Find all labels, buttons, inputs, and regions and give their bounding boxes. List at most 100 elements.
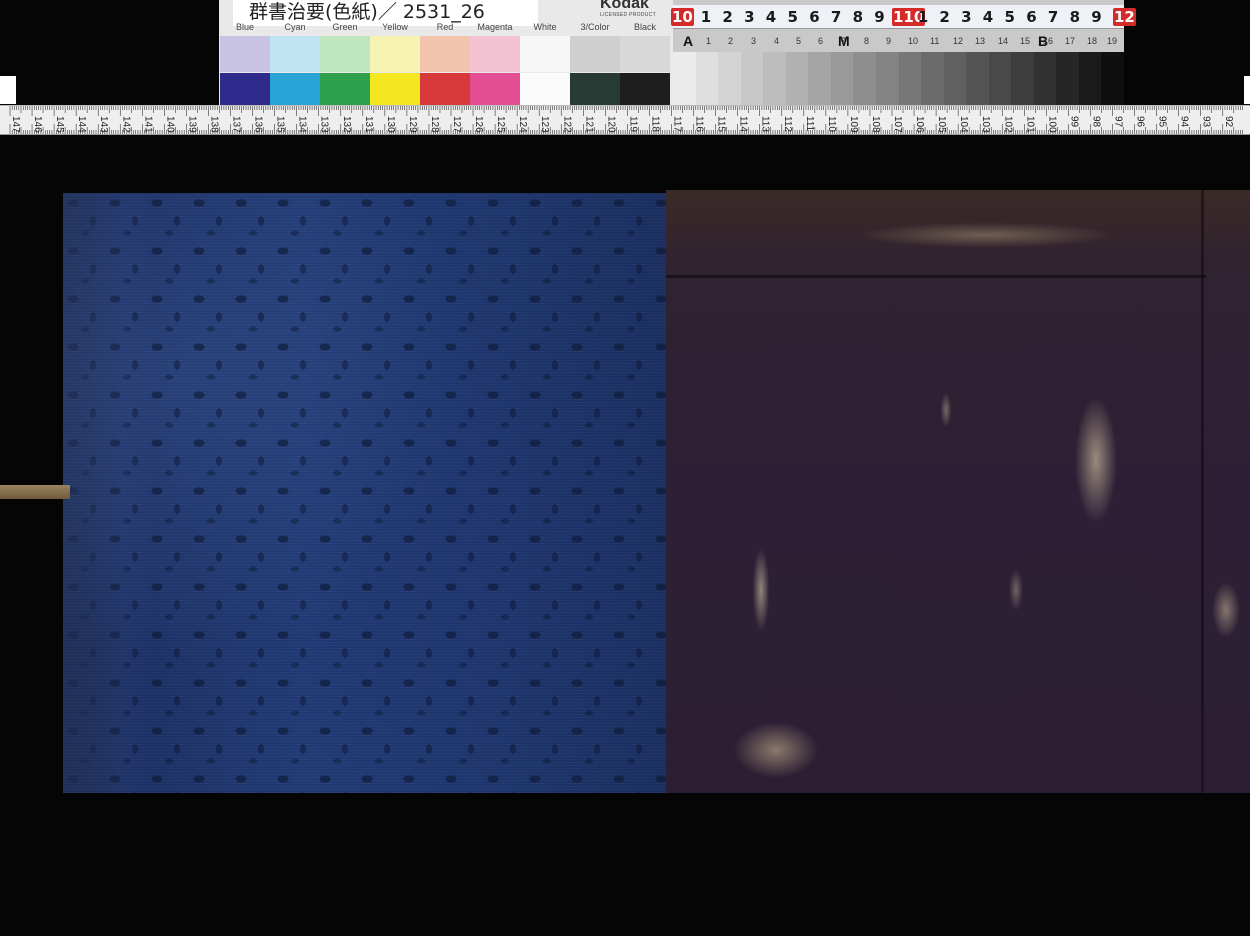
patch-label-cyan: Cyan	[284, 22, 306, 32]
tape-number: 139	[186, 116, 197, 133]
patch-label-yellow: Yellow	[382, 22, 408, 32]
tape-number: 123	[539, 116, 550, 133]
tape-number: 128	[429, 116, 440, 133]
paper-cover-panel	[666, 190, 1250, 793]
paper-fold-vertical	[1201, 190, 1204, 793]
tape-number: 93	[1201, 116, 1212, 128]
gray-ruler-number: 6	[1026, 8, 1037, 26]
gray-ruler-number: 9	[874, 8, 885, 26]
kodak-subtitle: LICENSED PRODUCT	[600, 12, 656, 18]
gray-step-number: 11	[930, 36, 940, 46]
gray-step-number: 7	[841, 36, 847, 46]
tape-number: 137	[231, 116, 242, 133]
tape-number: 99	[1068, 116, 1079, 128]
tape-number: 105	[936, 116, 947, 133]
gray-ruler-number: 4	[982, 8, 994, 26]
tape-number: 133	[319, 116, 330, 133]
gray-scale-card: 10 1 2 3 4 5 6 7 8 9 110 1 2 3 4 5 6 7 8 9 12 AMB 1234567891…	[671, 0, 1136, 105]
tape-number: 144	[76, 116, 87, 133]
gray-ruler-number: 1	[700, 8, 712, 26]
patch-label-white: White	[533, 22, 557, 32]
gray-step-patch	[1056, 52, 1080, 105]
tape-number: 146	[32, 116, 43, 133]
tape-number: 130	[385, 116, 396, 133]
patch-label-black: Black	[633, 22, 656, 32]
gray-step-number: 8	[864, 36, 870, 46]
gray-ruler-number: 5	[787, 8, 798, 26]
gray-step-patch	[785, 52, 809, 105]
tape-number: 95	[1157, 116, 1168, 128]
patch-top-1	[270, 36, 320, 72]
tape-number: 115	[716, 116, 727, 132]
gray-step-number: 13	[975, 36, 986, 46]
tape-number: 121	[583, 116, 594, 133]
tape-number: 92	[1223, 116, 1234, 128]
gray-step-patch	[830, 52, 854, 105]
gray-ruler-number: 2	[722, 8, 733, 26]
cover-spine-edge	[63, 193, 153, 793]
tape-number: 119	[627, 116, 638, 132]
gray-ruler-number: 6	[809, 8, 820, 26]
tape-number: 122	[561, 116, 572, 133]
gray-ruler-number: 8	[1069, 8, 1081, 26]
gray-step-number: 1	[706, 36, 712, 46]
patch-top-2	[320, 36, 370, 72]
gray-ruler-number: 3	[744, 8, 755, 26]
gray-step-number: 10	[908, 36, 919, 46]
gray-step-number: 14	[998, 36, 1009, 46]
tape-number: 117	[672, 116, 683, 132]
gray-ruler-number: 4	[765, 8, 777, 26]
gray-ruler-number: 5	[1004, 8, 1015, 26]
edge-marker-left	[0, 76, 16, 104]
gray-step-patch	[1033, 52, 1057, 105]
patch-top-8	[620, 36, 670, 72]
patch-top-6	[520, 36, 570, 72]
patch-top-7	[570, 36, 620, 72]
tape-number: 102	[1002, 116, 1013, 133]
gray-ruler-number: 9	[1091, 8, 1102, 26]
patch-label-3color: 3/Color	[580, 22, 610, 32]
gray-scale-letter-a: A	[683, 33, 694, 49]
gray-ruler-number: 7	[830, 8, 842, 26]
tape-number: 100	[1046, 116, 1057, 133]
tape-number: 113	[760, 116, 771, 132]
tape-number: 140	[164, 116, 175, 133]
tape-number: 126	[473, 116, 484, 133]
gray-step-patch	[898, 52, 922, 105]
gray-step-number: 16	[1043, 36, 1054, 46]
gray-step-patch	[695, 52, 719, 105]
tape-ticks: 147 146 145 144 143 142 141 140 139 138 137 136 135 1…	[9, 106, 1243, 134]
gray-step-patch	[943, 52, 967, 105]
patch-top-0	[220, 36, 270, 72]
tape-number: 94	[1179, 116, 1190, 128]
tape-number: 112	[782, 116, 793, 132]
gray-step-patch	[1101, 52, 1125, 105]
tape-number: 98	[1090, 116, 1101, 128]
tape-number: 103	[980, 116, 991, 133]
tape-number: 131	[363, 116, 374, 133]
gray-step-patch	[1078, 52, 1102, 105]
gray-step-patch	[740, 52, 764, 105]
gray-step-number: 18	[1087, 36, 1098, 46]
gray-step-patch	[875, 52, 899, 105]
tape-number: 118	[649, 116, 660, 132]
gray-scale-ruler: 10 1 2 3 4 5 6 7 8 9 110 1 2 3 4 5 6 7 8 9 12	[671, 5, 1136, 29]
tape-number: 111	[804, 116, 815, 132]
gray-step-patch	[921, 52, 945, 105]
tape-number: 120	[605, 116, 616, 133]
gray-step-patch	[673, 52, 696, 105]
gray-step-patch	[966, 52, 990, 105]
tape-number: 135	[275, 116, 286, 133]
gray-step-patch	[808, 52, 832, 105]
gray-step-number: 17	[1065, 36, 1076, 46]
gray-step-patch	[988, 52, 1012, 105]
tape-number: 136	[253, 116, 264, 133]
gray-ruler-number: 10	[671, 8, 694, 26]
gray-ruler-number: 1	[917, 8, 929, 26]
gray-step-number: 9	[886, 36, 892, 46]
tape-number: 143	[98, 116, 109, 133]
patch-top-3	[370, 36, 420, 72]
gray-step-number: 4	[774, 36, 780, 46]
tape-number: 124	[517, 116, 528, 133]
tape-number: 106	[914, 116, 925, 133]
